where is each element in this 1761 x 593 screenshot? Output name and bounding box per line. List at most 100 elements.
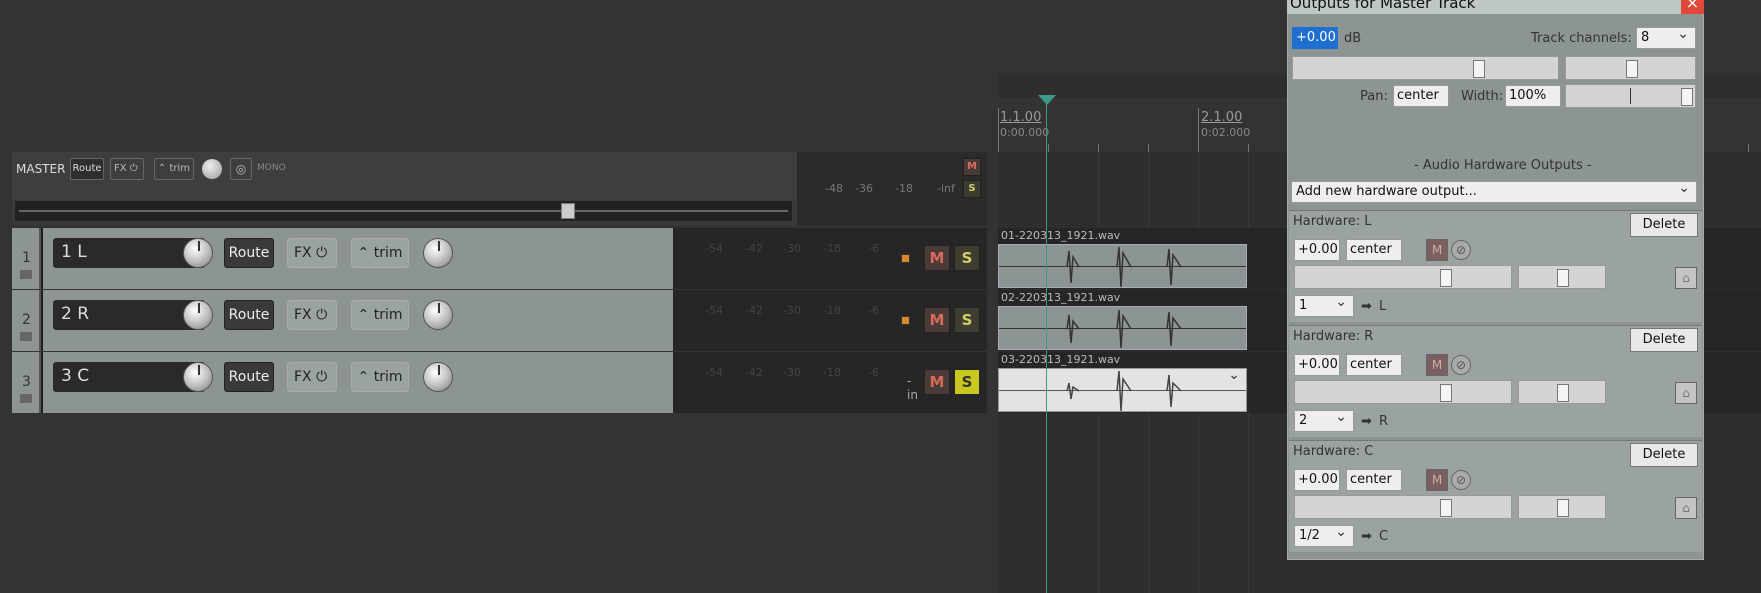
- trim-button[interactable]: ⌃ trim: [351, 362, 409, 392]
- pan-knob[interactable]: [423, 362, 453, 392]
- route-button[interactable]: Route: [224, 300, 274, 330]
- slider-thumb[interactable]: [1557, 269, 1569, 287]
- slider-center-mark: [1630, 88, 1631, 104]
- add-hardware-output-select[interactable]: Add new hardware output...: [1291, 180, 1697, 203]
- track-panel[interactable]: 1 L Route FX ⏻ ⌃ trim: [43, 228, 673, 289]
- phase-invert-icon[interactable]: ⊘: [1451, 470, 1471, 490]
- hw-volume-slider[interactable]: [1294, 380, 1512, 404]
- phase-invert-icon[interactable]: ⊘: [1451, 240, 1471, 260]
- media-item-1[interactable]: 01-220313_1921.wav: [998, 229, 1247, 288]
- track-number[interactable]: 2: [12, 290, 41, 351]
- pan-knob[interactable]: [423, 300, 453, 330]
- track-row-1[interactable]: 1 1 L Route FX ⏻ ⌃ trim -54 -42 -30 -18 …: [12, 228, 987, 289]
- solo-button[interactable]: S: [954, 307, 980, 333]
- trim-button[interactable]: ⌃ trim: [351, 300, 409, 330]
- hw-mute-button[interactable]: M: [1426, 469, 1448, 491]
- slider-thumb[interactable]: [1626, 60, 1638, 78]
- delete-button[interactable]: Delete: [1630, 328, 1698, 352]
- master-mute-button[interactable]: M: [963, 158, 981, 176]
- pan-knob[interactable]: [423, 238, 453, 268]
- hw-mute-button[interactable]: M: [1426, 239, 1448, 261]
- folder-icon[interactable]: [20, 332, 32, 341]
- hw-channel-select[interactable]: 2: [1294, 409, 1354, 432]
- edit-cursor[interactable]: [1046, 100, 1047, 593]
- hw-volume-slider[interactable]: [1294, 495, 1512, 519]
- solo-button[interactable]: S: [954, 369, 980, 395]
- width-slider[interactable]: [1565, 84, 1696, 108]
- volume-knob[interactable]: [183, 362, 213, 392]
- media-item-2[interactable]: 02-220313_1921.wav: [998, 291, 1247, 350]
- power-icon[interactable]: ⏻: [316, 245, 327, 261]
- hw-volume-slider[interactable]: [1294, 265, 1512, 289]
- fx-button[interactable]: FX ⏻: [287, 362, 337, 392]
- slider-thumb[interactable]: [1557, 499, 1569, 517]
- slider-thumb[interactable]: [1440, 499, 1452, 517]
- power-icon[interactable]: ⏻: [316, 369, 327, 385]
- power-icon[interactable]: ⏻: [130, 163, 138, 174]
- trim-button[interactable]: ⌃ trim: [351, 238, 409, 268]
- pan-slider[interactable]: [1565, 56, 1696, 80]
- track-row-3[interactable]: 3 3 C Route FX ⏻ ⌃ trim -54 -42 -30 -18 …: [12, 352, 987, 413]
- master-trim-button[interactable]: ⌃ trim: [154, 158, 194, 180]
- fader-thumb[interactable]: [561, 203, 575, 219]
- hw-channel-select[interactable]: 1: [1294, 294, 1354, 317]
- hw-pan-input[interactable]: center: [1346, 469, 1402, 491]
- track-panel[interactable]: 3 C Route FX ⏻ ⌃ trim: [43, 352, 673, 413]
- hw-pan-slider[interactable]: [1518, 265, 1606, 289]
- track-panel[interactable]: 2 R Route FX ⏻ ⌃ trim: [43, 290, 673, 351]
- route-button[interactable]: Route: [224, 362, 274, 392]
- hw-pan-slider[interactable]: [1518, 380, 1606, 404]
- delete-button[interactable]: Delete: [1630, 213, 1698, 237]
- slider-thumb[interactable]: [1473, 60, 1485, 78]
- track-channels-select[interactable]: 8: [1636, 26, 1696, 49]
- phase-invert-icon[interactable]: ⊘: [1451, 355, 1471, 375]
- master-solo-button[interactable]: S: [963, 180, 981, 198]
- volume-slider[interactable]: [1292, 56, 1559, 80]
- folder-icon[interactable]: [20, 270, 32, 279]
- dialog-title[interactable]: Outputs for Master Track: [1287, 0, 1704, 14]
- record-arm-indicator[interactable]: [901, 254, 910, 263]
- hw-channel-select[interactable]: 1/2: [1294, 524, 1354, 547]
- track-number[interactable]: 3: [12, 352, 41, 413]
- folder-icon[interactable]: [20, 394, 32, 403]
- master-pan-knob[interactable]: [202, 159, 222, 179]
- hw-pan-input[interactable]: center: [1346, 354, 1402, 376]
- solo-button[interactable]: S: [954, 245, 980, 271]
- mute-button[interactable]: M: [924, 307, 950, 333]
- record-arm-indicator[interactable]: [901, 316, 910, 325]
- slider-thumb[interactable]: [1557, 384, 1569, 402]
- hw-volume-input[interactable]: +0.00: [1294, 469, 1340, 491]
- slider-thumb[interactable]: [1440, 269, 1452, 287]
- volume-input[interactable]: +0.00: [1292, 27, 1338, 49]
- volume-knob[interactable]: [183, 300, 213, 330]
- mute-button[interactable]: M: [924, 245, 950, 271]
- edit-cursor-head[interactable]: [1038, 95, 1056, 105]
- delete-button[interactable]: Delete: [1630, 443, 1698, 467]
- env-icon[interactable]: ⌂: [1675, 497, 1697, 519]
- route-button[interactable]: Route: [224, 238, 274, 268]
- hw-pan-input[interactable]: center: [1346, 239, 1402, 261]
- power-icon[interactable]: ⏻: [316, 307, 327, 323]
- close-icon[interactable]: ×: [1681, 0, 1704, 14]
- pan-input[interactable]: center: [1393, 85, 1449, 107]
- env-icon[interactable]: ⌂: [1675, 382, 1697, 404]
- master-route-button[interactable]: Route: [70, 158, 104, 180]
- slider-thumb[interactable]: [1440, 384, 1452, 402]
- slider-thumb[interactable]: [1681, 88, 1693, 106]
- track-row-2[interactable]: 2 2 R Route FX ⏻ ⌃ trim -54 -42 -30 -18 …: [12, 290, 987, 351]
- mute-button[interactable]: M: [924, 369, 950, 395]
- fx-button[interactable]: FX ⏻: [287, 300, 337, 330]
- volume-knob[interactable]: [183, 238, 213, 268]
- hw-volume-input[interactable]: +0.00: [1294, 354, 1340, 376]
- hw-mute-button[interactable]: M: [1426, 354, 1448, 376]
- hw-pan-slider[interactable]: [1518, 495, 1606, 519]
- env-icon[interactable]: ⌂: [1675, 267, 1697, 289]
- hw-volume-input[interactable]: +0.00: [1294, 239, 1340, 261]
- media-item-3[interactable]: 03-220313_1921.wav: [998, 353, 1247, 412]
- width-input[interactable]: 100%: [1505, 85, 1561, 107]
- mono-stereo-icon[interactable]: ◎: [230, 158, 252, 180]
- track-number[interactable]: 1: [12, 228, 41, 289]
- master-volume-fader[interactable]: [15, 201, 792, 221]
- master-fx-button[interactable]: FX ⏻: [110, 158, 144, 180]
- fx-button[interactable]: FX ⏻: [287, 238, 337, 268]
